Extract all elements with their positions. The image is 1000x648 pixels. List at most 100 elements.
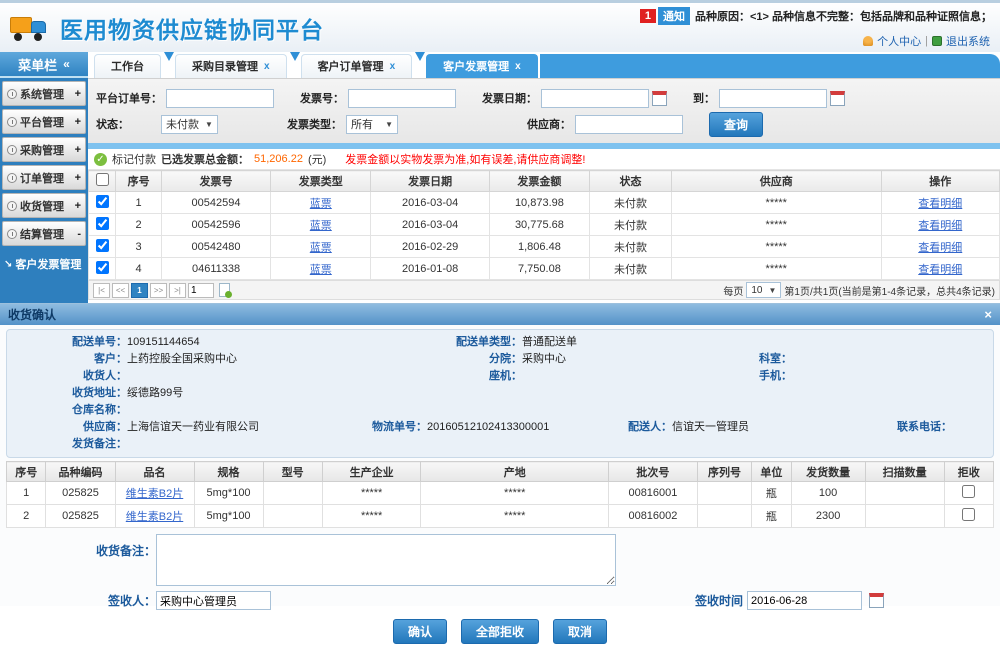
- col-action: 操作: [881, 171, 999, 192]
- reject-all-button[interactable]: 全部拒收: [461, 619, 539, 644]
- personal-center-link[interactable]: 个人中心: [877, 33, 921, 49]
- invoice-no-label: 发票号：: [300, 90, 344, 106]
- dcell-code: 025825: [46, 505, 115, 528]
- invoice-type-link[interactable]: 蓝票: [310, 198, 332, 210]
- mark-paid-link[interactable]: 标记付款: [112, 151, 156, 167]
- sidebar-item-orders[interactable]: 订单管理 +: [2, 165, 86, 190]
- row-checkbox[interactable]: [96, 261, 109, 274]
- sign-time-input[interactable]: [747, 591, 862, 610]
- invoice-date-to-input[interactable]: [719, 89, 827, 108]
- reject-checkbox[interactable]: [962, 485, 975, 498]
- dcell-origin: *****: [421, 505, 609, 528]
- sidebar-item-procurement[interactable]: 采购管理 +: [2, 137, 86, 162]
- cell-seq: 1: [116, 192, 162, 214]
- supplier-input[interactable]: [575, 115, 683, 134]
- row-checkbox[interactable]: [96, 217, 109, 230]
- chevron-down-icon: ▼: [385, 120, 393, 129]
- platform-order-input[interactable]: [166, 89, 274, 108]
- invoice-type-link[interactable]: 蓝票: [310, 264, 332, 276]
- search-button[interactable]: 查询: [709, 112, 763, 137]
- table-row: 1 00542594 蓝票 2016-03-04 10,873.98 未付款 *…: [89, 192, 1000, 214]
- tab-customer-invoice[interactable]: 客户发票管理 x: [426, 54, 538, 78]
- product-name-link[interactable]: 维生素B2片: [126, 511, 183, 523]
- clock-icon: [7, 229, 17, 239]
- sidebar-collapse-icon[interactable]: «: [63, 57, 70, 71]
- first-page-button[interactable]: |<: [93, 283, 110, 298]
- invoice-table: 序号 发票号 发票类型 发票日期 发票金额 状态 供应商 操作 1 005425…: [88, 170, 1000, 280]
- row-checkbox[interactable]: [96, 195, 109, 208]
- dcol-model: 型号: [263, 462, 322, 482]
- invoice-type-link[interactable]: 蓝票: [310, 242, 332, 254]
- calendar-icon[interactable]: [830, 91, 845, 106]
- cell-invoice-no: 04611338: [161, 258, 270, 280]
- product-name-link[interactable]: 维生素B2片: [126, 488, 183, 500]
- select-all-checkbox[interactable]: [96, 173, 109, 186]
- sidebar-item-label: 采购管理: [20, 142, 75, 158]
- view-detail-link[interactable]: 查看明细: [918, 220, 962, 232]
- sidebar-item-label: 结算管理: [20, 226, 77, 242]
- calendar-icon[interactable]: [652, 91, 667, 106]
- signer-input[interactable]: [156, 591, 271, 610]
- tab-close-icon[interactable]: x: [264, 55, 270, 79]
- sidebar-item-settlement[interactable]: 结算管理 -: [2, 221, 86, 246]
- current-page-button[interactable]: 1: [131, 283, 148, 298]
- expand-icon: +: [75, 172, 81, 184]
- view-detail-link[interactable]: 查看明细: [918, 198, 962, 210]
- next-page-button[interactable]: >>: [150, 283, 167, 298]
- invoice-date-from-input[interactable]: [541, 89, 649, 108]
- tab-customer-orders[interactable]: 客户订单管理 x: [301, 54, 413, 78]
- table-row: 2 00542596 蓝票 2016-03-04 30,775.68 未付款 *…: [89, 214, 1000, 236]
- page-number-input[interactable]: [188, 283, 214, 298]
- cell-invoice-no: 00542594: [161, 192, 270, 214]
- receipt-remark-textarea[interactable]: [156, 534, 616, 586]
- cell-amount: 7,750.08: [489, 258, 589, 280]
- receiver-value: [127, 368, 427, 385]
- tab-label: 客户发票管理: [443, 55, 509, 79]
- sidebar-item-receiving[interactable]: 收货管理 +: [2, 193, 86, 218]
- confirm-button[interactable]: 确认: [393, 619, 447, 644]
- prev-page-button[interactable]: <<: [112, 283, 129, 298]
- row-checkbox[interactable]: [96, 239, 109, 252]
- per-page-select[interactable]: 10 ▼: [746, 282, 781, 298]
- tab-close-icon[interactable]: x: [515, 55, 521, 79]
- cell-date: 2016-01-08: [371, 258, 489, 280]
- sidebar-item-system[interactable]: 系统管理 +: [2, 81, 86, 106]
- tab-label: 工作台: [111, 55, 144, 79]
- logistics-label: 物流单号：: [332, 419, 427, 436]
- view-detail-link[interactable]: 查看明细: [918, 242, 962, 254]
- dept-value: [792, 351, 952, 368]
- cancel-button[interactable]: 取消: [553, 619, 607, 644]
- logistics-value: 20160512102413300001: [427, 419, 602, 436]
- expand-icon: -: [77, 228, 81, 240]
- dcell-unit: 瓶: [752, 482, 791, 505]
- table-row: 4 04611338 蓝票 2016-01-08 7,750.08 未付款 **…: [89, 258, 1000, 280]
- logout-link[interactable]: 退出系统: [946, 33, 990, 49]
- last-page-button[interactable]: >|: [169, 283, 186, 298]
- check-circle-icon: ✓: [94, 153, 107, 166]
- clock-icon: [7, 201, 17, 211]
- view-detail-link[interactable]: 查看明细: [918, 264, 962, 276]
- dcell-qty: 100: [791, 482, 865, 505]
- go-page-icon[interactable]: [219, 283, 230, 297]
- sidebar-title: 菜单栏: [18, 55, 57, 74]
- invoice-type-link[interactable]: 蓝票: [310, 220, 332, 232]
- delivery-no-label: 配送单号：: [17, 334, 127, 351]
- reject-checkbox[interactable]: [962, 508, 975, 521]
- close-icon[interactable]: ×: [984, 307, 992, 322]
- cell-seq: 2: [116, 214, 162, 236]
- notification-button[interactable]: 通知: [658, 7, 690, 25]
- tab-workbench[interactable]: 工作台: [94, 54, 161, 78]
- dcol-seq: 序号: [7, 462, 46, 482]
- dcell-scan: [865, 482, 944, 505]
- status-select[interactable]: 未付款 ▼: [161, 115, 218, 134]
- tab-divider: [164, 52, 174, 61]
- supplier-label: 供应商：: [527, 116, 571, 132]
- tab-close-icon[interactable]: x: [390, 55, 396, 79]
- cell-date: 2016-03-04: [371, 214, 489, 236]
- status-value: 未付款: [166, 116, 199, 132]
- tab-procurement-catalog[interactable]: 采购目录管理 x: [175, 54, 287, 78]
- sidebar-item-customer-invoice[interactable]: ↘ 客户发票管理: [0, 252, 88, 276]
- invoice-type-select[interactable]: 所有 ▼: [346, 115, 398, 134]
- invoice-no-input[interactable]: [348, 89, 456, 108]
- sidebar-item-platform[interactable]: 平台管理 +: [2, 109, 86, 134]
